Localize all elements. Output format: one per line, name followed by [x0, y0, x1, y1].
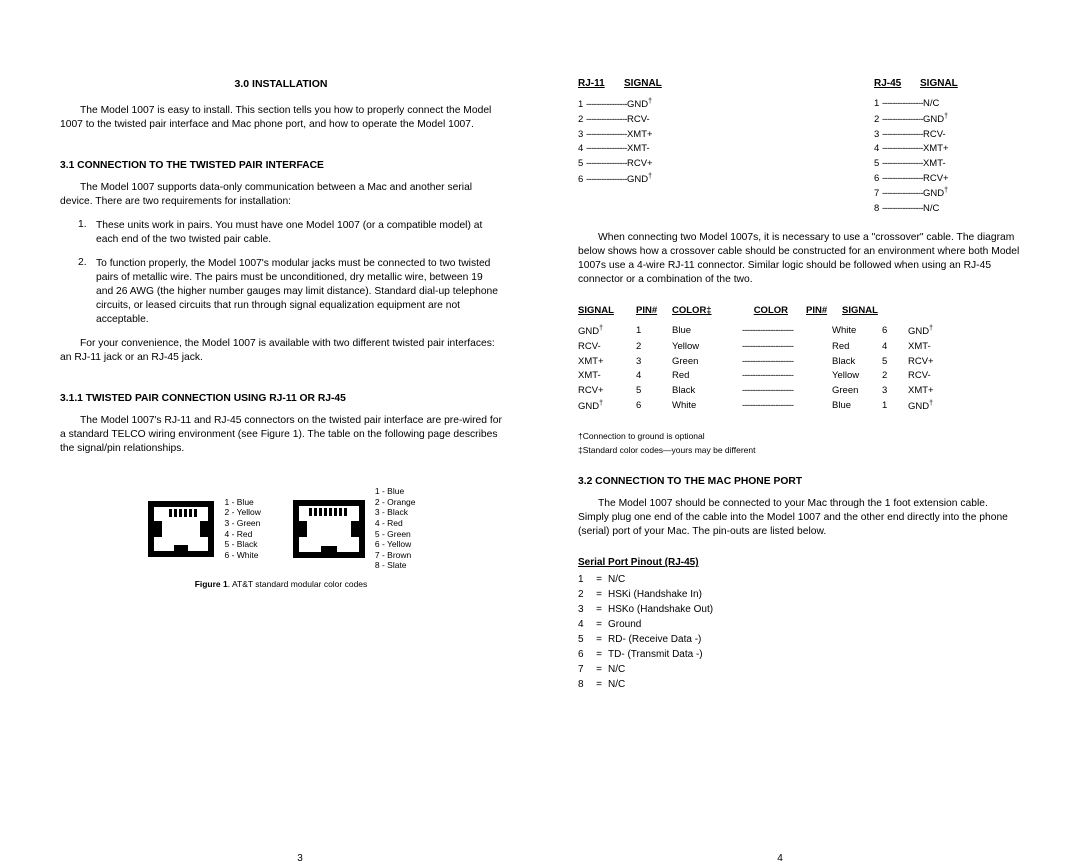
pinout-table: RJ-11 SIGNAL 1 ----------------GND†2 ---…	[578, 78, 1020, 217]
serial-row: 2=HSKi (Handshake In)	[578, 587, 1020, 602]
crossover-header: SIGNALPIN#COLOR‡COLORPIN#SIGNAL	[578, 305, 1020, 316]
rj45-jack-icon	[291, 498, 367, 560]
serial-row: 7=N/C	[578, 662, 1020, 677]
list-number: 2.	[78, 257, 96, 327]
cross-header-cell: SIGNAL	[578, 305, 636, 316]
pin-row: 6 ----------------GND†	[578, 172, 724, 188]
pin-row: 3 ----------------RCV-	[874, 128, 1020, 143]
figure-1: 1 - Blue 2 - Yellow 3 - Green 4 - Red 5 …	[60, 486, 502, 571]
rj11-header: RJ-11 SIGNAL	[578, 78, 724, 89]
pin-row: 6 ----------------RCV+	[874, 172, 1020, 187]
para-3-2: The Model 1007 should be connected to yo…	[578, 497, 1020, 539]
page-right: RJ-11 SIGNAL 1 ----------------GND†2 ---…	[540, 78, 1020, 824]
figure-caption-text: . AT&T standard modular color codes	[228, 579, 368, 589]
rj11-color-labels: 1 - Blue 2 - Yellow 3 - Green 4 - Red 5 …	[224, 497, 260, 561]
rj45-color-labels: 1 - Blue 2 - Orange 3 - Black 4 - Red 5 …	[375, 486, 416, 571]
serial-row: 6=TD- (Transmit Data -)	[578, 647, 1020, 662]
pin-row: 2 ----------------GND†	[874, 112, 1020, 128]
list-text: To function properly, the Model 1007's m…	[96, 257, 502, 327]
page-number-right: 4	[540, 853, 1020, 864]
footnote-2: ‡Standard color codes—yours may be diffe…	[578, 445, 1020, 457]
cross-row: RCV+5Black--------------------Green3XMT+	[578, 384, 1020, 399]
pin-row: 4 ----------------XMT-	[578, 142, 724, 157]
rj45-diagram: 1 - Blue 2 - Orange 3 - Black 4 - Red 5 …	[291, 486, 416, 571]
list-text: These units work in pairs. You must have…	[96, 219, 502, 247]
rj11-hdr-signal: SIGNAL	[624, 78, 662, 89]
cross-header-cell: COLOR	[730, 305, 806, 316]
footnote-1: †Connection to ground is optional	[578, 431, 1020, 443]
pin-row: 7 ----------------GND†	[874, 186, 1020, 202]
para-3-1b: For your convenience, the Model 1007 is …	[60, 337, 502, 365]
serial-row: 4=Ground	[578, 617, 1020, 632]
cross-row: RCV-2Yellow--------------------Red4XMT-	[578, 340, 1020, 355]
heading-3-2: 3.2 CONNECTION TO THE MAC PHONE PORT	[578, 476, 1020, 487]
cross-header-cell: PIN#	[636, 305, 672, 316]
cross-row: XMT-4Red--------------------Yellow2RCV-	[578, 369, 1020, 384]
figure-caption: Figure 1. AT&T standard modular color co…	[60, 579, 502, 589]
serial-row: 1=N/C	[578, 572, 1020, 587]
serial-row: 8=N/C	[578, 677, 1020, 692]
cross-row: GND†1Blue--------------------White6GND†	[578, 324, 1020, 340]
pin-row: 1 ----------------N/C	[874, 97, 1020, 112]
para-3-1: The Model 1007 supports data-only commun…	[60, 181, 502, 209]
section-title: 3.0 INSTALLATION	[60, 78, 502, 90]
pin-row: 4 ----------------XMT+	[874, 142, 1020, 157]
crossover-table: SIGNALPIN#COLOR‡COLORPIN#SIGNAL GND†1Blu…	[578, 305, 1020, 415]
rj11-pinout-column: RJ-11 SIGNAL 1 ----------------GND†2 ---…	[578, 78, 724, 217]
rj45-header: RJ-45 SIGNAL	[874, 78, 1020, 89]
rj11-hdr-pin: RJ-11	[578, 78, 624, 89]
pin-row: 5 ----------------XMT-	[874, 157, 1020, 172]
rj45-hdr-pin: RJ-45	[874, 78, 920, 89]
para-3-1-1: The Model 1007's RJ-11 and RJ-45 connect…	[60, 414, 502, 456]
pin-row: 8 ----------------N/C	[874, 202, 1020, 217]
serial-pinout-title: Serial Port Pinout (RJ-45)	[578, 557, 1020, 568]
list-item-2: 2. To function properly, the Model 1007'…	[78, 257, 502, 327]
rj11-jack-icon	[146, 499, 216, 559]
cross-header-cell: PIN#	[806, 305, 842, 316]
crossover-para: When connecting two Model 1007s, it is n…	[578, 231, 1020, 287]
page-left: 3.0 INSTALLATION The Model 1007 is easy …	[60, 78, 540, 824]
cross-row: GND†6White--------------------Blue1GND†	[578, 399, 1020, 415]
list-item-1: 1. These units work in pairs. You must h…	[78, 219, 502, 247]
serial-row: 3=HSKo (Handshake Out)	[578, 602, 1020, 617]
heading-3-1-1: 3.1.1 TWISTED PAIR CONNECTION USING RJ-1…	[60, 393, 502, 404]
page-spread: 3.0 INSTALLATION The Model 1007 is easy …	[0, 0, 1080, 854]
cross-header-cell: COLOR‡	[672, 305, 730, 316]
rj11-diagram: 1 - Blue 2 - Yellow 3 - Green 4 - Red 5 …	[146, 486, 260, 571]
heading-3-1: 3.1 CONNECTION TO THE TWISTED PAIR INTER…	[60, 160, 502, 171]
pin-row: 1 ----------------GND†	[578, 97, 724, 113]
list-number: 1.	[78, 219, 96, 247]
intro-para: The Model 1007 is easy to install. This …	[60, 104, 502, 132]
serial-pinout-list: 1=N/C2=HSKi (Handshake In)3=HSKo (Handsh…	[578, 572, 1020, 692]
cross-row: XMT+3Green--------------------Black5RCV+	[578, 355, 1020, 370]
rj45-pinout-column: RJ-45 SIGNAL 1 ----------------N/C2 ----…	[874, 78, 1020, 217]
pin-row: 5 ----------------RCV+	[578, 157, 724, 172]
serial-row: 5=RD- (Receive Data -)	[578, 632, 1020, 647]
pin-row: 3 ----------------XMT+	[578, 128, 724, 143]
cross-header-cell: SIGNAL	[842, 305, 892, 316]
figure-label: Figure 1	[195, 579, 228, 589]
rj45-hdr-signal: SIGNAL	[920, 78, 958, 89]
pin-row: 2 ----------------RCV-	[578, 113, 724, 128]
page-number-left: 3	[60, 853, 540, 864]
